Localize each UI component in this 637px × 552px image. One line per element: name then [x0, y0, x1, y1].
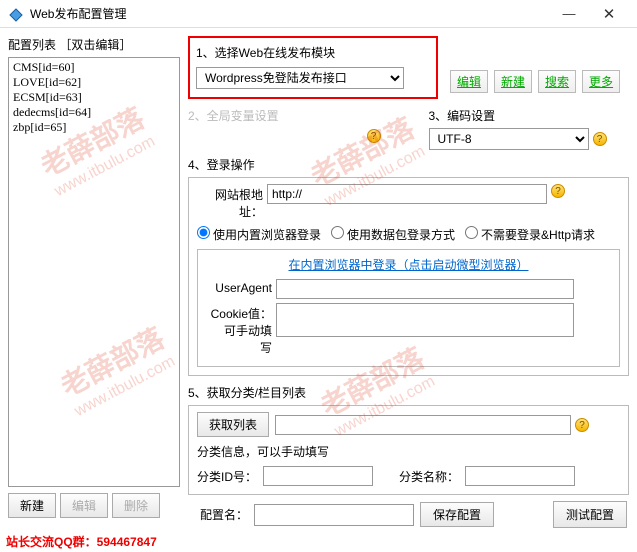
list-item[interactable]: ECSM[id=63] — [13, 90, 175, 105]
window-title: Web发布配置管理 — [30, 5, 549, 22]
save-config-button[interactable]: 保存配置 — [420, 502, 494, 527]
app-icon — [8, 6, 24, 22]
list-item[interactable]: CMS[id=60] — [13, 60, 175, 75]
cookie-label: Cookie值： 可手动填 写 — [206, 303, 272, 356]
open-browser-link[interactable]: 在内置浏览器中登录（点击启动微型浏览器） — [288, 258, 528, 272]
module-select[interactable]: Wordpress免登陆发布接口 — [196, 67, 404, 89]
useragent-input[interactable] — [276, 279, 574, 299]
get-list-button[interactable]: 获取列表 — [197, 412, 269, 437]
section1-title: 1、选择Web在线发布模块 — [196, 44, 430, 61]
list-item[interactable]: LOVE[id=62] — [13, 75, 175, 90]
category-name-input[interactable] — [465, 466, 575, 486]
encoding-select[interactable]: UTF-8 — [429, 128, 589, 150]
module-new-button[interactable]: 新建 — [494, 70, 532, 93]
hint-icon[interactable]: ? — [575, 418, 589, 432]
config-name-input[interactable] — [254, 504, 414, 526]
hint-icon[interactable]: ? — [551, 184, 565, 198]
test-config-button[interactable]: 测试配置 — [553, 501, 627, 528]
cookie-textarea[interactable] — [276, 303, 574, 337]
close-button[interactable]: ✕ — [589, 1, 629, 27]
category-id-label: 分类ID号： — [197, 468, 257, 485]
useragent-label: UserAgent — [206, 279, 272, 295]
module-more-button[interactable]: 更多 — [582, 70, 620, 93]
section4-title: 4、登录操作 — [188, 156, 629, 173]
section3-title: 3、编码设置 — [429, 107, 630, 124]
hint-icon[interactable]: ? — [593, 132, 607, 146]
section5-title: 5、获取分类/栏目列表 — [188, 384, 629, 401]
highlight-box: 1、选择Web在线发布模块 Wordpress免登陆发布接口 — [188, 36, 438, 99]
new-config-button[interactable]: 新建 — [8, 493, 56, 518]
section2-title: 2、全局变量设置 — [188, 107, 389, 124]
category-id-input[interactable] — [263, 466, 373, 486]
config-name-label: 配置名： — [200, 506, 248, 523]
edit-config-button[interactable]: 编辑 — [60, 493, 108, 518]
config-listbox[interactable]: CMS[id=60] LOVE[id=62] ECSM[id=63] dedec… — [8, 57, 180, 487]
minimize-button[interactable]: — — [549, 1, 589, 27]
login-packet-radio[interactable]: 使用数据包登录方式 — [331, 226, 455, 243]
list-item[interactable]: zbp[id=65] — [13, 120, 175, 135]
category-info-label: 分类信息，可以手动填写 — [197, 443, 329, 460]
config-list-label: 配置列表 ［双击编辑］ — [8, 36, 180, 53]
login-browser-radio[interactable]: 使用内置浏览器登录 — [197, 226, 321, 243]
list-item[interactable]: dedecms[id=64] — [13, 105, 175, 120]
module-search-button[interactable]: 搜索 — [538, 70, 576, 93]
root-url-input[interactable] — [267, 184, 547, 204]
module-edit-button[interactable]: 编辑 — [450, 70, 488, 93]
hint-icon[interactable]: ? — [367, 129, 381, 143]
category-name-label: 分类名称： — [399, 468, 459, 485]
delete-config-button[interactable]: 删除 — [112, 493, 160, 518]
category-list-input[interactable] — [275, 415, 571, 435]
login-none-radio[interactable]: 不需要登录&Http请求 — [465, 226, 595, 243]
root-url-label: 网站根地址： — [197, 184, 263, 220]
footer-text: 站长交流QQ群：594467847 — [6, 533, 157, 550]
